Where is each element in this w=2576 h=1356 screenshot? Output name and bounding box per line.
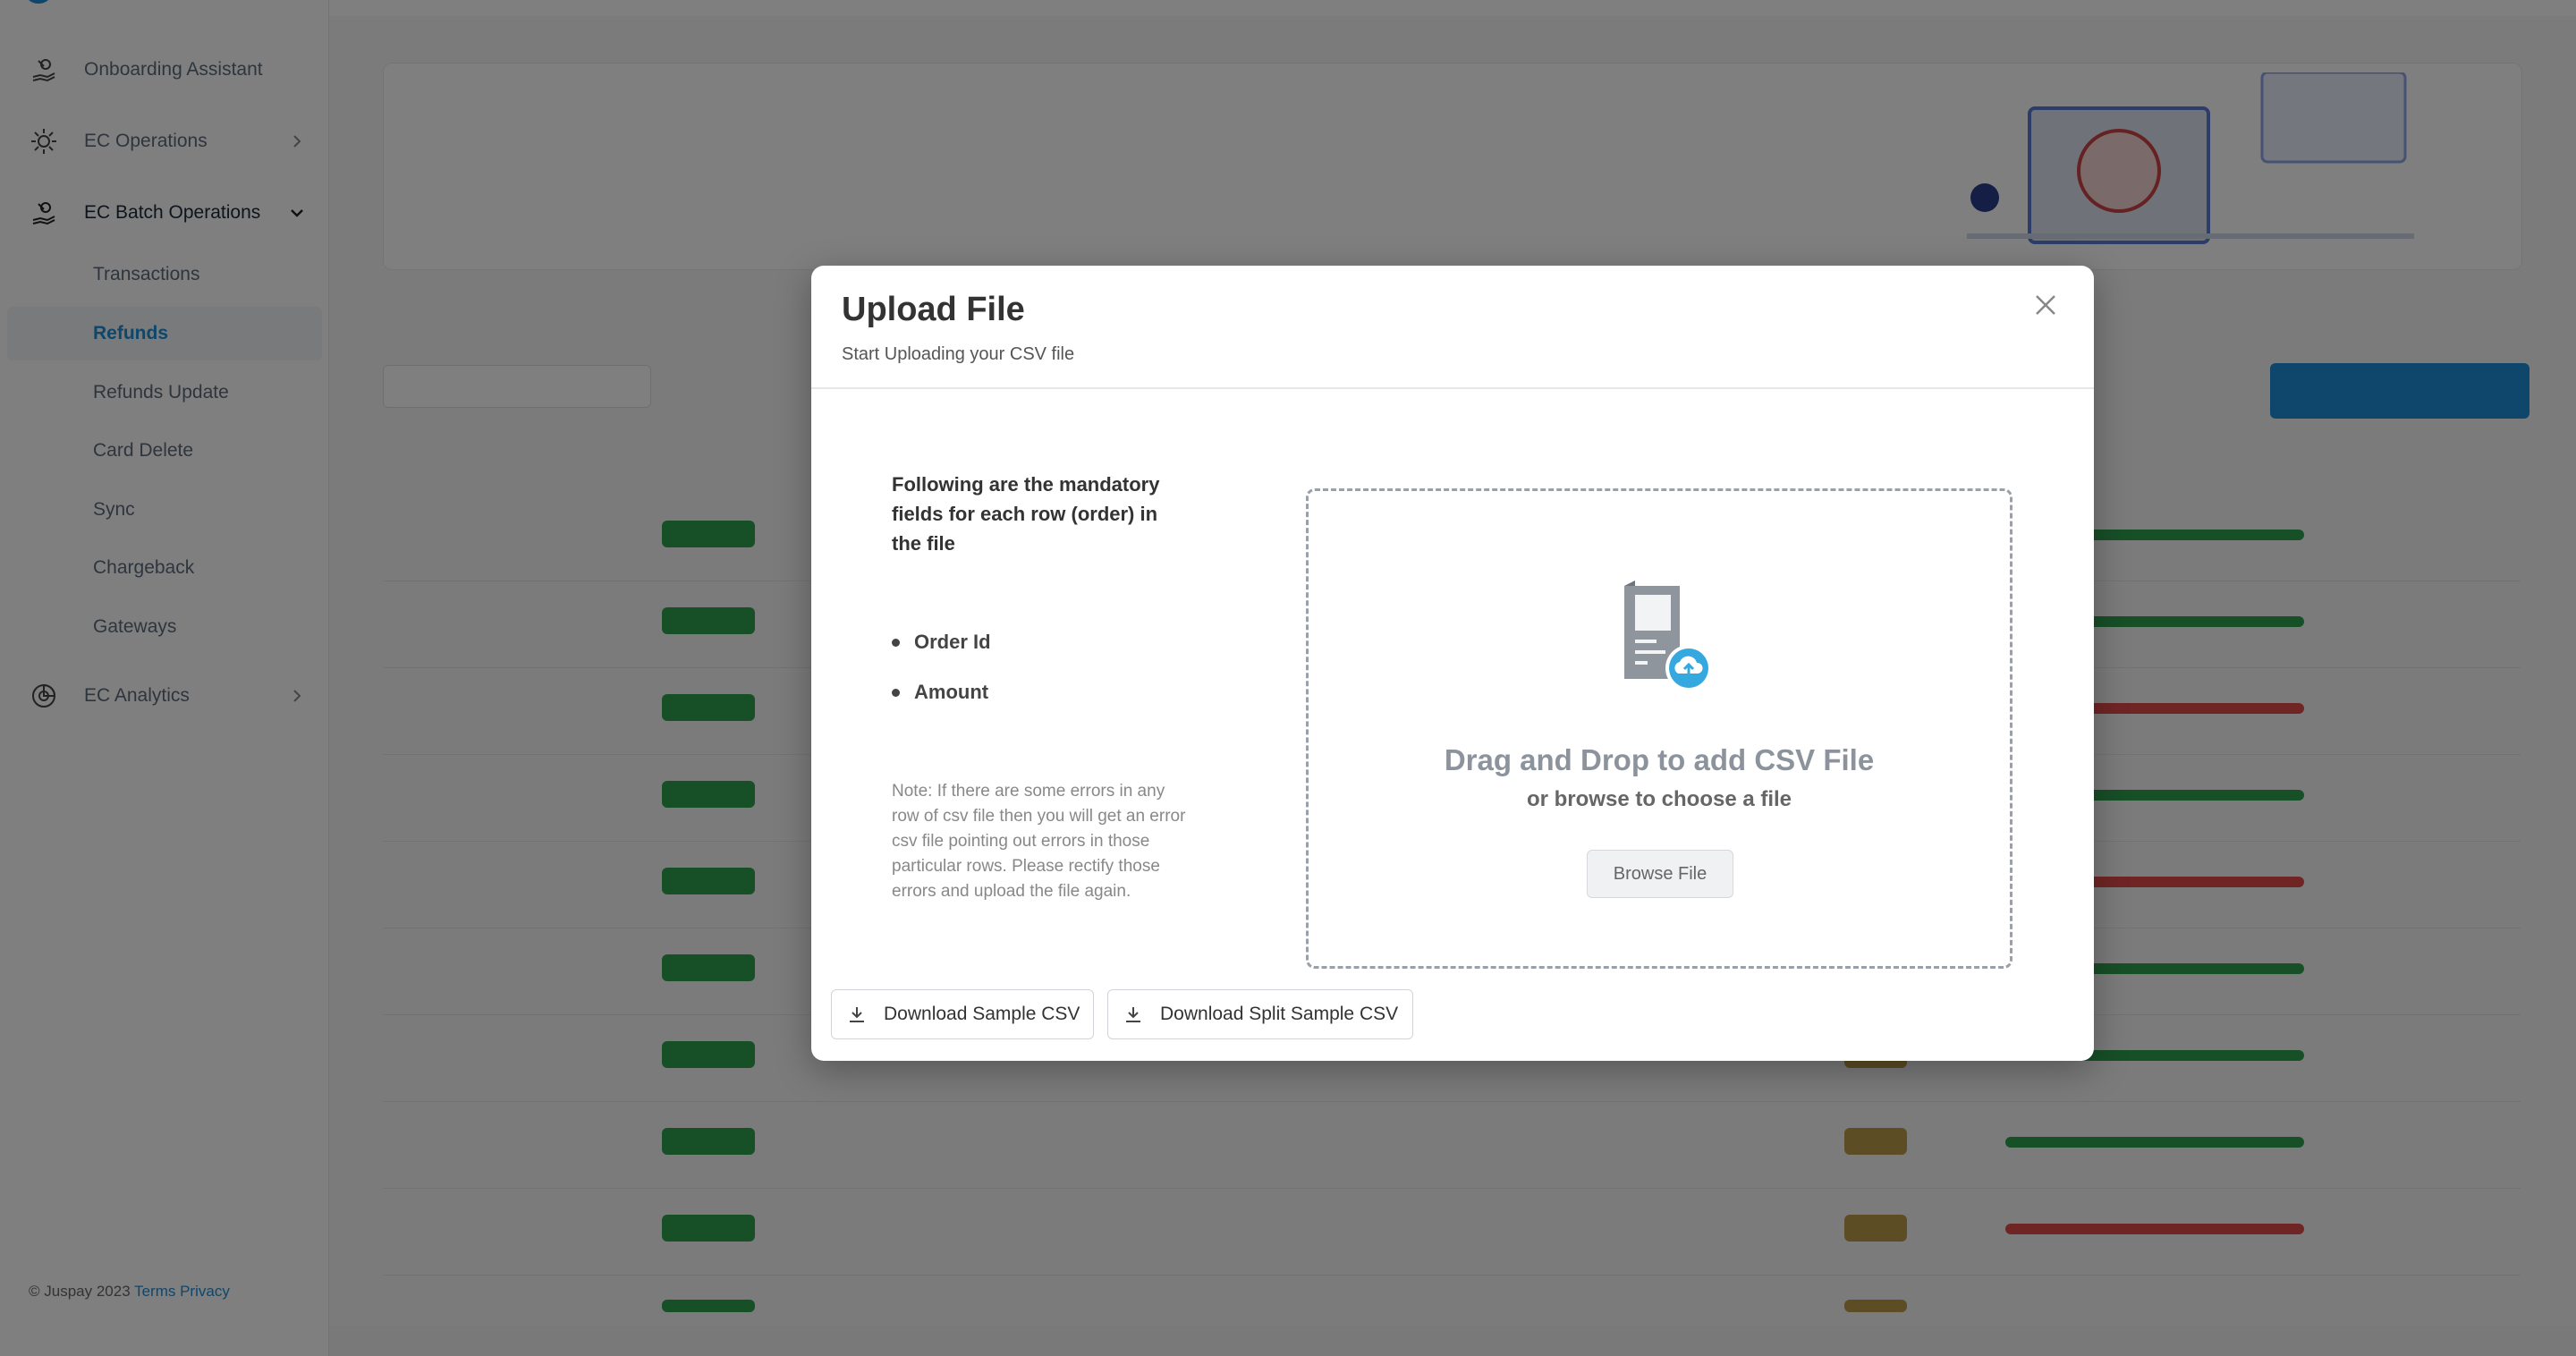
error-note: Note: If there are some errors in any ro… [892, 782, 1186, 901]
download-sample-csv-button[interactable]: Download Sample CSV [831, 989, 1094, 1039]
modal-subtitle: Start Uploading your CSV file [842, 344, 1075, 364]
close-icon[interactable] [2029, 289, 2062, 321]
upload-file-modal: Upload File Start Uploading your CSV fil… [811, 266, 2094, 1061]
field-label: Order Id [914, 631, 991, 653]
dropzone-title: Drag and Drop to add CSV File [1444, 743, 1875, 776]
bullet-icon [892, 688, 900, 697]
csv-dropzone[interactable]: Drag and Drop to add CSV File or browse … [1306, 488, 2012, 969]
field-label: Amount [914, 681, 989, 703]
download-split-sample-csv-button[interactable]: Download Split Sample CSV [1107, 989, 1413, 1039]
modal-divider [811, 387, 2094, 389]
browse-file-button[interactable]: Browse File [1587, 850, 1733, 898]
mandatory-field-item: Amount [892, 681, 988, 704]
modal-title: Upload File [842, 291, 1025, 328]
mandatory-fields-title: Following are the mandatory fields for e… [892, 473, 1160, 555]
download-icon [850, 1007, 864, 1022]
bullet-icon [892, 638, 900, 647]
button-label: Download Split Sample CSV [1160, 1004, 1399, 1024]
button-label: Download Sample CSV [884, 1004, 1080, 1024]
file-upload-icon [1624, 581, 1712, 691]
download-icon [1126, 1007, 1140, 1022]
mandatory-field-item: Order Id [892, 631, 991, 654]
dropzone-subtitle: or browse to choose a file [1526, 787, 1792, 811]
